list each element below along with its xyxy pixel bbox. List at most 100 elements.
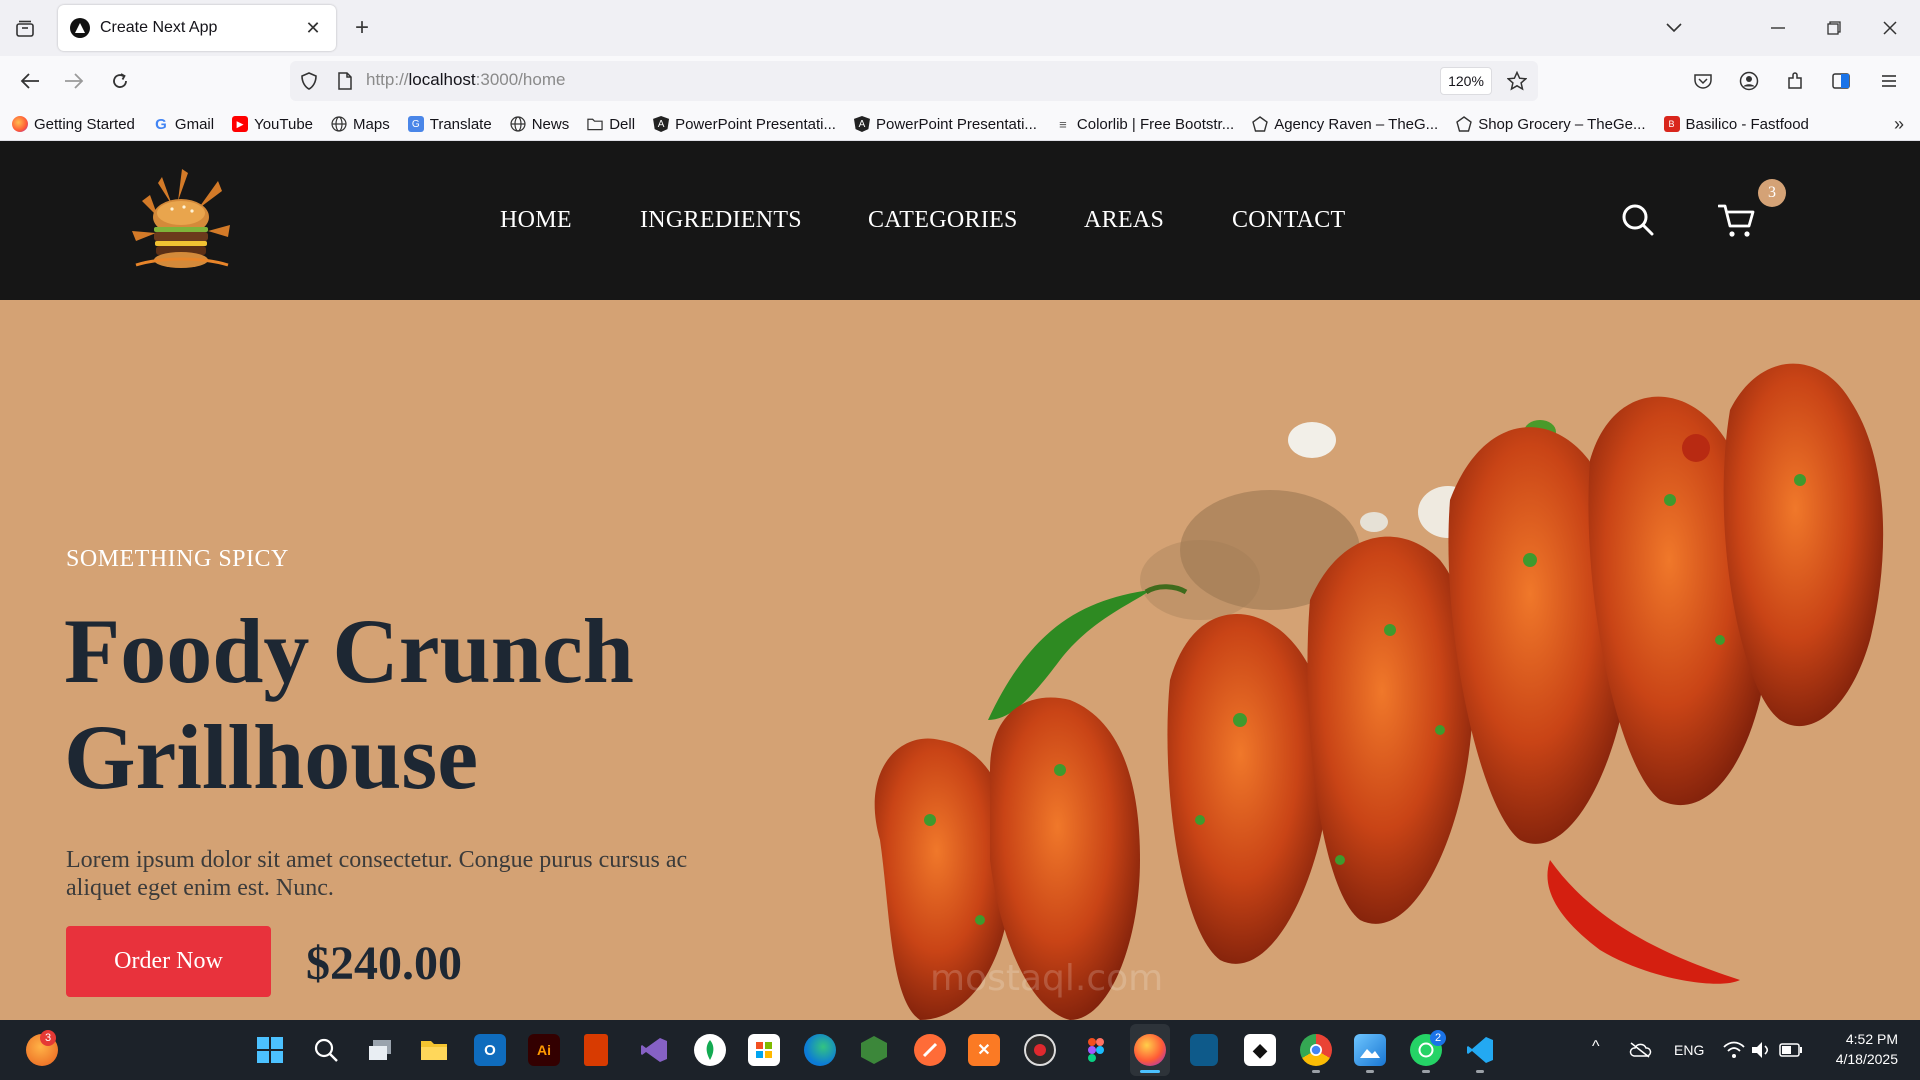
illustrator-icon[interactable]: Ai bbox=[528, 1034, 560, 1066]
bookmark-label: PowerPoint Presentati... bbox=[675, 115, 836, 133]
figma-icon[interactable] bbox=[1080, 1034, 1112, 1066]
nodejs-icon[interactable] bbox=[858, 1034, 890, 1066]
mongodb-compass-icon[interactable] bbox=[694, 1034, 726, 1066]
bookmark-label: Colorlib | Free Bootstr... bbox=[1076, 115, 1235, 133]
bookmark-folder-dell[interactable]: Dell bbox=[587, 116, 635, 133]
bookmark-translate[interactable]: G Translate bbox=[407, 115, 492, 133]
xampp-icon[interactable]: ✕ bbox=[968, 1034, 1000, 1066]
chrome-icon[interactable] bbox=[1300, 1034, 1332, 1066]
restore-icon[interactable] bbox=[1820, 14, 1848, 42]
outlook-icon[interactable]: O bbox=[474, 1034, 506, 1066]
forward-icon[interactable] bbox=[60, 67, 88, 95]
site-header: HOME INGREDIENTS CATEGORIES AREAS CONTAC… bbox=[0, 141, 1920, 300]
search-taskbar-icon[interactable] bbox=[310, 1034, 342, 1066]
close-tab-icon[interactable]: ✕ bbox=[302, 18, 324, 39]
onedrive-offline-icon[interactable] bbox=[1626, 1036, 1654, 1064]
hero-title: Foody Crunch Grillhouse bbox=[64, 598, 784, 810]
order-now-button[interactable]: Order Now bbox=[66, 926, 271, 997]
firefox-icon bbox=[12, 116, 28, 132]
minimize-icon[interactable] bbox=[1764, 14, 1792, 42]
cart-count-badge: 3 bbox=[1758, 179, 1786, 207]
zoom-level-button[interactable]: 120% bbox=[1440, 67, 1492, 95]
nextjs-favicon-icon bbox=[70, 18, 90, 38]
tracking-protection-shield-icon[interactable] bbox=[296, 68, 322, 94]
bookmark-basilico[interactable]: B Basilico - Fastfood bbox=[1663, 116, 1809, 133]
battery-icon[interactable] bbox=[1778, 1036, 1804, 1064]
list-all-tabs-icon[interactable] bbox=[1660, 14, 1688, 42]
tab-list-icon[interactable] bbox=[12, 16, 38, 42]
bookmark-getting-started[interactable]: Getting Started bbox=[12, 116, 135, 133]
cart-icon[interactable] bbox=[1717, 203, 1756, 239]
bookmark-youtube[interactable]: ▶ YouTube bbox=[232, 116, 313, 133]
translate-icon: G bbox=[407, 116, 424, 132]
page-info-icon[interactable] bbox=[332, 68, 358, 94]
show-hidden-icons-chevron[interactable]: ^ bbox=[1592, 1038, 1600, 1056]
search-icon[interactable] bbox=[1621, 203, 1655, 237]
bookmark-label: Gmail bbox=[174, 115, 215, 133]
bookmark-powerpoint-2[interactable]: A PowerPoint Presentati... bbox=[853, 116, 1037, 133]
url-path: :3000/home bbox=[475, 70, 566, 89]
new-tab-icon[interactable]: + bbox=[348, 14, 376, 42]
bookmark-label: Agency Raven – TheG... bbox=[1274, 115, 1439, 133]
nav-categories[interactable]: CATEGORIES bbox=[868, 207, 1018, 234]
running-indicator-chrome bbox=[1312, 1070, 1320, 1073]
firefox-taskbar-icon[interactable] bbox=[1134, 1034, 1166, 1066]
nav-contact[interactable]: CONTACT bbox=[1232, 207, 1346, 234]
bookmark-agency-raven[interactable]: Agency Raven – TheG... bbox=[1252, 116, 1438, 133]
visual-studio-icon[interactable] bbox=[638, 1034, 670, 1066]
image-viewer-icon[interactable] bbox=[1354, 1034, 1386, 1066]
volume-icon[interactable] bbox=[1750, 1036, 1774, 1064]
bookmark-maps[interactable]: Maps bbox=[331, 116, 390, 133]
nav-areas[interactable]: AREAS bbox=[1084, 207, 1164, 234]
back-icon[interactable] bbox=[16, 67, 44, 95]
running-indicator-whatsapp bbox=[1422, 1070, 1430, 1073]
clock-time[interactable]: 4:52 PM bbox=[1838, 1031, 1898, 1047]
running-indicator-vscode bbox=[1476, 1070, 1484, 1073]
cube-app-icon[interactable]: ◆ bbox=[1244, 1034, 1276, 1066]
browser-tab[interactable]: Create Next App ✕ bbox=[58, 5, 336, 51]
url-host: localhost bbox=[408, 70, 476, 89]
file-explorer-icon[interactable] bbox=[418, 1034, 450, 1066]
chicken-wings-image: mostaql.com bbox=[874, 363, 1884, 1020]
reload-icon[interactable] bbox=[106, 67, 134, 95]
sqlite-studio-icon[interactable] bbox=[1190, 1034, 1218, 1066]
windows-start-icon[interactable] bbox=[254, 1034, 286, 1066]
bookmark-colorlib[interactable]: ≡ Colorlib | Free Bootstr... bbox=[1055, 116, 1234, 133]
nav-home[interactable]: HOME bbox=[500, 207, 572, 234]
bookmark-shop-grocery[interactable]: Shop Grocery – TheGe... bbox=[1456, 115, 1646, 133]
postman-icon[interactable] bbox=[914, 1034, 946, 1066]
wifi-icon[interactable] bbox=[1722, 1036, 1746, 1064]
bookmark-label: Maps bbox=[353, 115, 390, 133]
more-bookmarks-chevron-icon[interactable]: » bbox=[1894, 114, 1904, 135]
bookmark-label: Translate bbox=[429, 115, 492, 133]
hero-eyebrow: SOMETHING SPICY bbox=[66, 546, 289, 572]
microsoft-store-icon[interactable] bbox=[748, 1034, 780, 1066]
sidebar-extension-icon[interactable] bbox=[1828, 68, 1854, 94]
pocket-icon[interactable] bbox=[1690, 68, 1716, 94]
app-menu-icon[interactable] bbox=[1876, 68, 1902, 94]
url-text[interactable]: http://localhost:3000/home bbox=[366, 70, 565, 90]
language-indicator[interactable]: ENG bbox=[1674, 1042, 1704, 1058]
obs-studio-icon[interactable] bbox=[1024, 1034, 1056, 1066]
account-icon[interactable] bbox=[1736, 68, 1762, 94]
bookmark-label: News bbox=[531, 115, 570, 133]
running-indicator-firefox bbox=[1140, 1070, 1160, 1073]
bookmark-label: Shop Grocery – TheGe... bbox=[1478, 115, 1646, 133]
nav-ingredients[interactable]: INGREDIENTS bbox=[640, 207, 802, 234]
extensions-icon[interactable] bbox=[1782, 68, 1808, 94]
hero-section: SOMETHING SPICY Foody Crunch Grillhouse … bbox=[0, 300, 1920, 1020]
widget-notification-badge: 3 bbox=[40, 1030, 56, 1046]
edge-icon[interactable] bbox=[804, 1034, 836, 1066]
office-icon[interactable] bbox=[584, 1034, 608, 1066]
task-view-icon[interactable] bbox=[364, 1034, 396, 1066]
burger-logo[interactable] bbox=[122, 161, 240, 279]
watermark-text: mostaql.com bbox=[930, 958, 1163, 999]
bookmark-gmail[interactable]: G Gmail bbox=[153, 116, 214, 133]
pentagon-icon bbox=[1252, 116, 1269, 132]
bookmark-powerpoint-1[interactable]: A PowerPoint Presentati... bbox=[653, 116, 836, 133]
bookmark-news[interactable]: News bbox=[510, 115, 570, 133]
close-window-icon[interactable] bbox=[1876, 14, 1904, 42]
clock-date[interactable]: 4/18/2025 bbox=[1826, 1051, 1898, 1067]
vscode-icon[interactable] bbox=[1464, 1034, 1496, 1066]
bookmark-star-icon[interactable] bbox=[1504, 68, 1530, 94]
